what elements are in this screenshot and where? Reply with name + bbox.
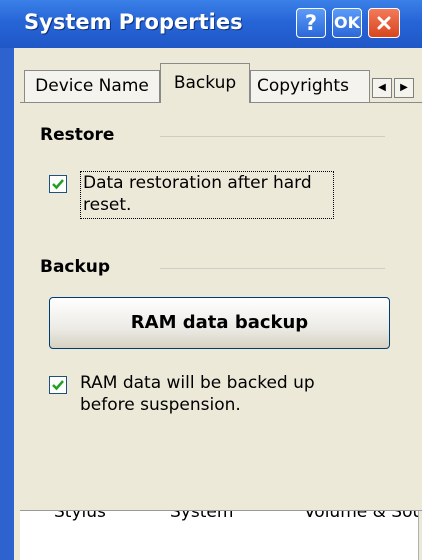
control-panel-strip: Stylus System Volume & Sounds ▼ [20, 510, 422, 560]
restore-checkbox[interactable] [49, 175, 67, 193]
backup-divider [160, 268, 385, 269]
backup-section-title: Backup [40, 257, 111, 277]
ram-data-backup-button[interactable]: RAM data backup [49, 297, 390, 349]
ok-button[interactable]: OK [332, 8, 362, 38]
check-icon [52, 179, 64, 190]
title-bar: System Properties ? OK [0, 0, 422, 48]
close-icon [377, 16, 391, 30]
restore-divider [160, 136, 385, 137]
system-item[interactable]: System [170, 511, 233, 523]
help-button[interactable]: ? [296, 8, 326, 38]
backup-before-suspension-checkbox[interactable] [49, 376, 67, 394]
close-button[interactable] [368, 8, 400, 38]
tab-backup[interactable]: Backup [160, 63, 250, 103]
check-icon [52, 380, 64, 391]
tab-device-name[interactable]: Device Name [24, 70, 160, 102]
tab-scroll-left-button[interactable]: ◀ [372, 78, 392, 98]
tab-copyrights[interactable]: Copyrights [250, 70, 370, 102]
restore-section-title: Restore [40, 125, 115, 145]
tab-scroll-right-button[interactable]: ▶ [394, 78, 414, 98]
stylus-item[interactable]: Stylus [54, 511, 106, 523]
backup-checkbox-label[interactable]: RAM data will be backed up before suspen… [80, 372, 370, 416]
volume-sounds-item[interactable]: Volume & Sounds [304, 511, 422, 523]
restore-checkbox-label[interactable]: Data restoration after hard reset. [80, 171, 334, 219]
window-title: System Properties [24, 10, 243, 34]
